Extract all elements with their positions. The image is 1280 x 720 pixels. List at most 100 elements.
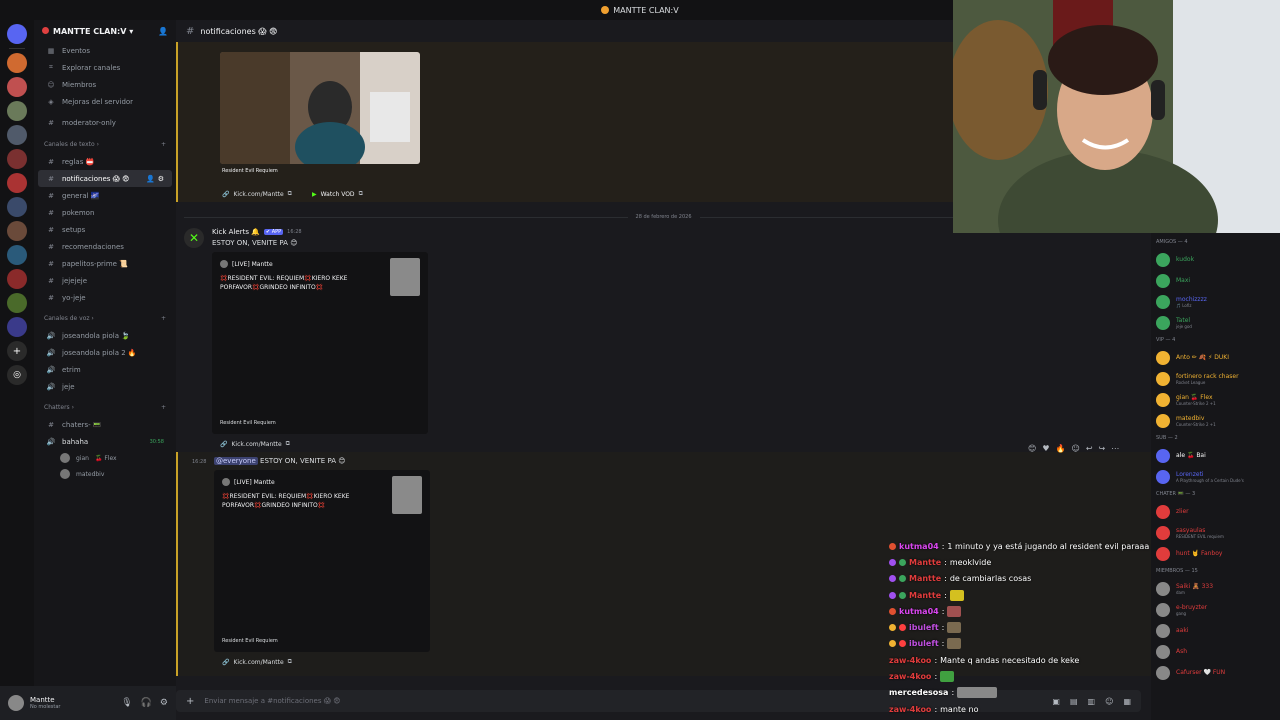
chat-username: mercedesosa xyxy=(889,688,949,698)
member-row[interactable]: e-bruyzter gang xyxy=(1151,599,1280,620)
member-row[interactable]: Cafurser 🤍 FUN xyxy=(1151,662,1280,683)
sidebar-item-label: Explorar canales xyxy=(62,63,121,72)
member-row[interactable]: ale 🍒 Bai xyxy=(1151,445,1280,466)
server-header[interactable]: MANTTE CLAN:V ▾ 👤 xyxy=(34,20,176,42)
member-row[interactable]: Anto ✏ 🍂 ⚡ DUKI xyxy=(1151,347,1280,368)
member-row[interactable]: Lorenzeti A Playthrough of a Certain Dude… xyxy=(1151,466,1280,487)
discord-home-icon[interactable] xyxy=(7,24,27,44)
forward-icon[interactable]: ↪ xyxy=(1099,444,1106,453)
category-voice-channels[interactable]: Canales de voz › + xyxy=(34,310,176,327)
embed-title[interactable]: [LIVE] Mantte xyxy=(232,261,273,268)
chat-emote-icon xyxy=(957,687,998,699)
member-row[interactable]: fortinero rack chaser Rocket League xyxy=(1151,368,1280,389)
channel-moderator-only[interactable]: # moderator-only xyxy=(34,114,176,131)
member-row[interactable]: zlier xyxy=(1151,501,1280,522)
channel-recomendaciones[interactable]: # recomendaciones xyxy=(34,238,176,255)
kick-link[interactable]: 🔗 Kick.com/Mantte ⧉ xyxy=(222,658,292,666)
channel-yo-jeje[interactable]: # yo-jeje xyxy=(34,289,176,306)
channel-papelitos-prime[interactable]: # papelitos-prime 📜 xyxy=(34,255,176,272)
voice-user-gian[interactable]: gian 🍒 Flex xyxy=(34,450,176,466)
server-icon-9[interactable] xyxy=(7,245,27,265)
member-row[interactable]: sasyaulas RESIDENT EVIL requiem xyxy=(1151,522,1280,543)
server-icon-7[interactable] xyxy=(7,197,27,217)
sidebar-item-explorar[interactable]: ⌗ Explorar canales xyxy=(34,59,176,76)
gear-icon[interactable]: ⚙ xyxy=(158,175,164,183)
gear-icon[interactable]: ⚙ xyxy=(160,698,168,708)
microphone-icon[interactable]: 🎙 xyxy=(121,698,132,708)
voice-channel-2[interactable]: 🔊 joseandola piola 2 🔥 xyxy=(34,344,176,361)
reaction-emoji-icon[interactable]: 😊 xyxy=(1028,444,1036,453)
add-reaction-icon[interactable]: ☺ xyxy=(1071,444,1079,453)
channel-label: general 🌌 xyxy=(62,191,100,200)
add-channel-icon[interactable]: + xyxy=(161,141,166,148)
server-icon-2[interactable] xyxy=(7,77,27,97)
member-row[interactable]: hunt 🤘 Fanboy xyxy=(1151,543,1280,564)
voice-channel-3[interactable]: 🔊 etrim xyxy=(34,361,176,378)
channel-jejejeje[interactable]: # jejejeje xyxy=(34,272,176,289)
category-text-channels[interactable]: Canales de texto › + xyxy=(34,136,176,153)
voice-channel-1[interactable]: 🔊 joseandola piola 🍃 xyxy=(34,327,176,344)
member-row[interactable]: Ash xyxy=(1151,641,1280,662)
voice-channel-4[interactable]: 🔊 jeje xyxy=(34,378,176,395)
chat-line: ibuleft: xyxy=(889,636,1161,652)
everyone-mention[interactable]: @everyone xyxy=(214,457,258,465)
server-icon-3[interactable] xyxy=(7,101,27,121)
add-channel-icon[interactable]: + xyxy=(161,404,166,411)
embed-title[interactable]: [LIVE] Mantte xyxy=(234,479,275,486)
chat-username: kutma04 xyxy=(899,541,939,551)
server-icon-1[interactable] xyxy=(7,53,27,73)
more-options-icon[interactable]: ⋯ xyxy=(1111,444,1119,453)
category-chatters[interactable]: Chatters › + xyxy=(34,399,176,416)
reply-icon[interactable]: ↩ xyxy=(1086,444,1093,453)
server-icon-6[interactable] xyxy=(7,173,27,193)
server-icon-12[interactable] xyxy=(7,317,27,337)
member-activity: jeje god xyxy=(1176,323,1192,329)
member-row[interactable]: gian 🍒 Flex Counter-Strike 2 +1 xyxy=(1151,389,1280,410)
kick-link[interactable]: 🔗 Kick.com/Mantte ⧉ xyxy=(220,440,290,448)
member-row[interactable]: Maxi xyxy=(1151,270,1280,291)
voice-user-matedbiv[interactable]: matedbiv xyxy=(34,466,176,482)
member-row[interactable]: mochizzzz 🎵 Lofiz xyxy=(1151,291,1280,312)
reaction-heart-icon[interactable]: ♥ xyxy=(1042,444,1049,453)
channel-reglas[interactable]: # reglas 📛 xyxy=(34,153,176,170)
add-server-icon[interactable]: + xyxy=(7,341,27,361)
kick-bot-avatar[interactable]: ✕ xyxy=(184,228,204,248)
embed-footer: Resident Evil Requiem xyxy=(222,638,278,644)
sidebar-item-eventos[interactable]: ▦ Eventos xyxy=(34,42,176,59)
reaction-fire-icon[interactable]: 🔥 xyxy=(1056,444,1066,453)
speaker-icon: 🔊 xyxy=(46,348,56,357)
headset-icon[interactable]: 🎧 xyxy=(141,698,152,708)
channel-general[interactable]: # general 🌌 xyxy=(34,187,176,204)
member-row[interactable]: Tatel jeje god xyxy=(1151,312,1280,333)
kick-link[interactable]: 🔗 Kick.com/Mantte ⧉ xyxy=(222,190,292,198)
channel-chaters[interactable]: # chaters- 📟 xyxy=(34,416,176,433)
channel-notificaciones[interactable]: # notificaciones 😱 😨 👤 ⚙ xyxy=(38,170,172,187)
members-icon: ☺ xyxy=(47,80,55,89)
member-row[interactable]: Saiki 🧸 333 dam xyxy=(1151,578,1280,599)
member-row[interactable]: matedbiv Counter-Strike 2 +1 xyxy=(1151,410,1280,431)
voice-channel-bahaha[interactable]: 🔊 bahaha 30:58 xyxy=(34,433,176,450)
embed-thumbnail[interactable] xyxy=(392,476,422,514)
server-icon-8[interactable] xyxy=(7,221,27,241)
avatar[interactable] xyxy=(8,695,24,711)
stream-thumbnail[interactable] xyxy=(220,52,420,164)
server-icon-4[interactable] xyxy=(7,125,27,145)
server-icon-5[interactable] xyxy=(7,149,27,169)
add-attachment-icon[interactable]: + xyxy=(186,696,194,707)
watch-vod-button[interactable]: ▶ Watch VOD ⧉ xyxy=(312,190,363,198)
server-icon-10[interactable] xyxy=(7,269,27,289)
add-member-icon[interactable]: 👤 xyxy=(158,27,168,36)
channel-setups[interactable]: # setups xyxy=(34,221,176,238)
discover-icon[interactable]: ◎ xyxy=(7,365,27,385)
channel-pokemon[interactable]: # pokemon xyxy=(34,204,176,221)
member-row[interactable]: kudok xyxy=(1151,249,1280,270)
member-activity: dam xyxy=(1176,589,1185,595)
invite-icon[interactable]: 👤 xyxy=(146,175,155,183)
sidebar-item-miembros[interactable]: ☺ Miembros xyxy=(34,76,176,93)
add-channel-icon[interactable]: + xyxy=(161,315,166,322)
sidebar-item-mejoras[interactable]: ◈ Mejoras del servidor xyxy=(34,93,176,110)
embed-thumbnail[interactable] xyxy=(390,258,420,296)
server-icon-11[interactable] xyxy=(7,293,27,313)
author-name[interactable]: Kick Alerts 🔔 xyxy=(212,228,260,236)
member-row[interactable]: aaki xyxy=(1151,620,1280,641)
